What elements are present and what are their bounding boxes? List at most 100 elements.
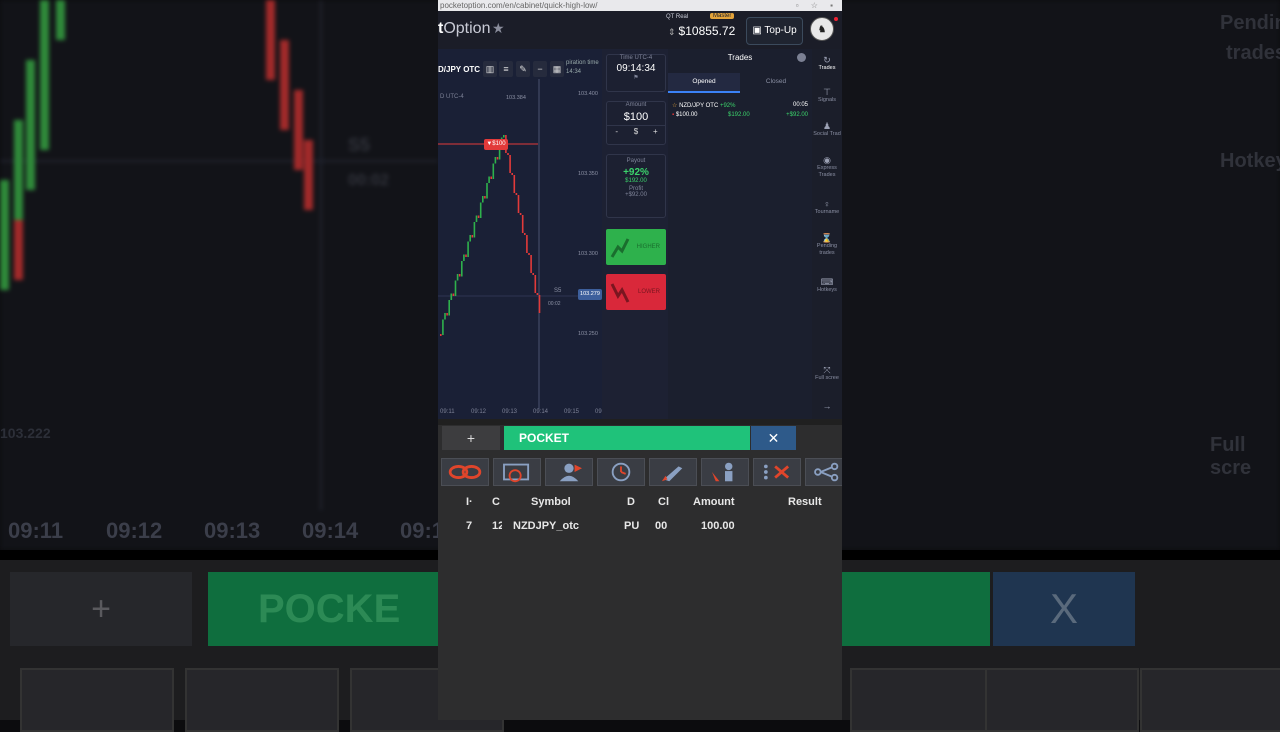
balance-switch-icon: ⇕ bbox=[668, 27, 676, 37]
amount-selector[interactable]: Amount $100 - $ + bbox=[606, 101, 666, 145]
amount-increase-button[interactable]: + bbox=[646, 126, 665, 137]
background-time-label: 09:13 bbox=[204, 518, 261, 543]
sidebar-item-pending-trades[interactable]: ⌛ Pending trades bbox=[812, 233, 842, 257]
sidebar-item-hotkeys[interactable]: ⌨ Hotkeys bbox=[812, 277, 842, 294]
background-time-label: 09:14 bbox=[302, 518, 359, 543]
candle bbox=[446, 313, 448, 316]
time-selector[interactable]: Time UTC-4 09:14:34 ⚑ bbox=[606, 54, 666, 92]
background-candle bbox=[266, 0, 275, 80]
background-plus: + bbox=[10, 572, 192, 646]
cell-close: 00 bbox=[655, 520, 668, 532]
user-avatar[interactable]: ♞ bbox=[810, 17, 834, 41]
background-hotkeys: Hotkeys bbox=[1220, 150, 1280, 172]
sidebar-collapse[interactable]: → bbox=[812, 401, 842, 411]
candle bbox=[511, 173, 513, 175]
candle bbox=[530, 255, 532, 273]
candle bbox=[463, 254, 465, 261]
candle bbox=[515, 193, 518, 195]
background-close: X bbox=[993, 572, 1135, 646]
lower-button[interactable]: LOWER bbox=[606, 274, 666, 310]
payout-percent: +92% bbox=[623, 167, 649, 178]
account-type: QT Real bbox=[666, 14, 689, 20]
candle bbox=[534, 275, 537, 293]
column-header-result[interactable]: Result bbox=[788, 496, 842, 508]
flag-icon[interactable]: ⚑ bbox=[607, 74, 665, 81]
browser-icons: ▫ ☆ ▪ bbox=[795, 1, 838, 10]
rocket-icon[interactable] bbox=[649, 458, 697, 486]
trade-row[interactable]: ☆ NZD/JPY OTC +92% 00:05 bbox=[672, 102, 808, 109]
trading-tool-panel: + POCKET ✕ I· C Symbol D Cl Amount Resul… bbox=[438, 419, 842, 720]
clock-history-icon[interactable] bbox=[597, 458, 645, 486]
background-candle bbox=[0, 180, 9, 290]
higher-button[interactable]: HIGHER bbox=[606, 229, 666, 265]
column-header-c[interactable]: C bbox=[492, 496, 500, 508]
browser-url[interactable]: pocketoption.com/en/cabinet/quick-high-l… bbox=[440, 1, 597, 10]
table-row[interactable]: 7 12 NZDJPY_otc PU 00 100.00 bbox=[438, 518, 842, 538]
arrow-right-icon: → bbox=[822, 401, 832, 411]
account-balance[interactable]: ⇕ $10855.72 bbox=[668, 24, 735, 38]
payout-amount: $192.00 bbox=[625, 178, 647, 184]
candle bbox=[475, 215, 478, 222]
amount-value[interactable]: $100 bbox=[607, 111, 665, 123]
top-up-button[interactable]: ▣ Top-Up bbox=[746, 17, 803, 45]
calendar-target-icon[interactable] bbox=[493, 458, 541, 486]
candle bbox=[521, 215, 524, 233]
column-header-id[interactable]: I· bbox=[466, 496, 478, 508]
candle bbox=[503, 135, 505, 138]
candlestick-series bbox=[438, 79, 578, 409]
close-tab-button[interactable]: ✕ bbox=[751, 426, 796, 450]
column-header-symbol[interactable]: Symbol bbox=[531, 496, 601, 508]
column-header-amount[interactable]: Amount bbox=[693, 496, 763, 508]
candle bbox=[477, 215, 480, 218]
browser-address-bar[interactable]: pocketoption.com/en/cabinet/quick-high-l… bbox=[438, 0, 842, 11]
sidebar-item-tournaments[interactable]: ♀ Tourname bbox=[812, 199, 842, 216]
trades-title: Trades bbox=[727, 53, 753, 62]
person-alert-icon[interactable] bbox=[701, 458, 749, 486]
wallet-icon: ▣ bbox=[752, 25, 765, 36]
amount-currency-button[interactable]: $ bbox=[626, 126, 645, 137]
candle bbox=[456, 274, 459, 281]
notification-dot bbox=[834, 17, 838, 21]
sidebar-item-trades[interactable]: ↻ Trades bbox=[812, 55, 842, 72]
candle bbox=[444, 313, 446, 320]
time-tick: 09:15 bbox=[564, 409, 580, 415]
time-label: Time UTC-4 bbox=[619, 55, 653, 61]
sidebar-item-social-trading[interactable]: ♟ Social Trad bbox=[812, 121, 842, 138]
list-cancel-icon[interactable] bbox=[753, 458, 801, 486]
price-chart[interactable]: D/JPY OTC ▥ ≡ ✎ − ▦ piration time 14:34 … bbox=[438, 49, 602, 419]
background-trades: trades bbox=[1226, 42, 1280, 64]
candle bbox=[513, 175, 516, 193]
user-swap-icon[interactable] bbox=[545, 458, 593, 486]
candle bbox=[507, 153, 509, 155]
background-s5-time: 00:02 bbox=[348, 172, 389, 189]
add-tab-button[interactable]: + bbox=[442, 426, 500, 450]
trade-percent: +92% bbox=[719, 103, 736, 109]
network-icon[interactable] bbox=[805, 458, 842, 486]
time-tick: 09:12 bbox=[471, 409, 487, 415]
time-value[interactable]: 09:14:34 bbox=[607, 63, 665, 74]
sidebar-item-fullscreen[interactable]: ⤧ Full scree bbox=[812, 365, 842, 382]
candle bbox=[519, 213, 522, 215]
trading-app: tOption ★ QT Real Master ⇕ $10855.72 ▣ To… bbox=[438, 11, 842, 419]
candle bbox=[494, 157, 497, 164]
column-header-direction[interactable]: D bbox=[627, 496, 643, 508]
column-header-close[interactable]: Cl bbox=[658, 496, 674, 508]
candle bbox=[490, 176, 492, 179]
trades-table-header: I· C Symbol D Cl Amount Result bbox=[438, 494, 842, 514]
amount-decrease-button[interactable]: - bbox=[607, 126, 626, 137]
settings-icon[interactable] bbox=[797, 53, 806, 62]
sidebar-item-signals[interactable]: ⊤ Signals bbox=[812, 87, 842, 104]
open-trade-marker: ▼$100 bbox=[484, 139, 508, 150]
fullscreen-icon: ⤧ bbox=[823, 365, 831, 375]
sidebar-item-express-trades[interactable]: ◉ Express Trades bbox=[812, 155, 842, 179]
candle bbox=[448, 300, 450, 316]
tab-opened[interactable]: Opened bbox=[668, 73, 740, 93]
chain-link-icon[interactable] bbox=[441, 458, 489, 486]
candle bbox=[536, 293, 539, 295]
cell-symbol: NZDJPY_otc bbox=[513, 520, 580, 532]
favorite-star-icon[interactable]: ★ bbox=[492, 20, 505, 37]
time-tick: 09:14 bbox=[533, 409, 549, 415]
tab-pocket[interactable]: POCKET bbox=[504, 426, 750, 450]
tab-closed[interactable]: Closed bbox=[740, 73, 812, 93]
candle bbox=[471, 235, 474, 238]
